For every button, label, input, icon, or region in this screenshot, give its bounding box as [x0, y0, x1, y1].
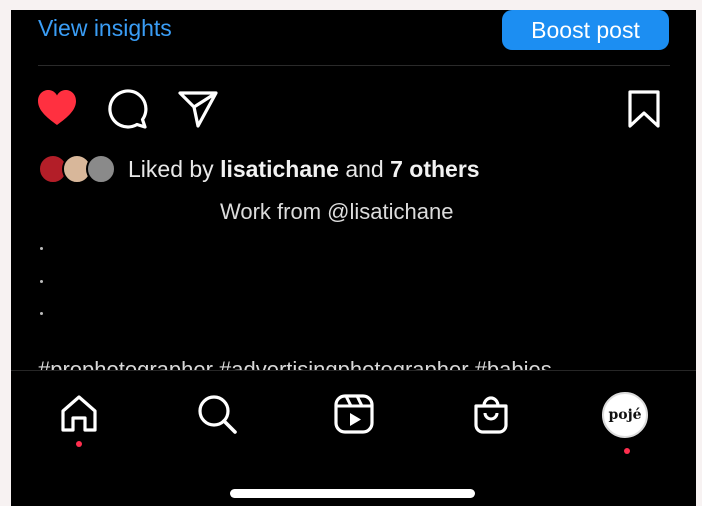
home-indicator[interactable]: [230, 489, 475, 498]
bottom-nav: pojé: [11, 380, 696, 460]
likes-middle: and: [338, 155, 391, 182]
profile-initials: pojé: [608, 407, 642, 423]
liker-avatars: [38, 153, 120, 185]
view-insights-link[interactable]: View insights: [38, 14, 172, 42]
nav-divider: [11, 370, 696, 371]
shop-icon: [474, 396, 508, 434]
nav-search[interactable]: [187, 380, 247, 450]
nav-shop[interactable]: [461, 380, 521, 450]
heart-icon[interactable]: [36, 88, 78, 128]
nav-reels[interactable]: [324, 380, 384, 450]
post-frame: View insights Boost post Liked by lisati…: [11, 10, 696, 506]
share-icon[interactable]: [177, 90, 219, 130]
home-notification-dot: [76, 441, 82, 447]
likes-text: Liked by lisatichane and 7 others: [128, 156, 480, 183]
caption-dot: [40, 280, 43, 283]
likes-row[interactable]: Liked by lisatichane and 7 others: [38, 153, 480, 185]
reels-icon: [334, 394, 374, 434]
caption-dot: [40, 247, 43, 250]
profile-notification-dot: [624, 448, 630, 454]
bookmark-icon[interactable]: [627, 90, 661, 128]
caption-hashtags[interactable]: #prophotographer #advertisingphotographe…: [38, 358, 552, 370]
divider: [38, 65, 670, 66]
likes-others[interactable]: 7 others: [390, 156, 479, 182]
comment-icon[interactable]: [107, 88, 149, 130]
avatar: [86, 154, 116, 184]
caption-dot: [40, 312, 43, 315]
boost-post-button[interactable]: Boost post: [502, 10, 669, 50]
search-icon: [198, 395, 237, 434]
likes-prefix: Liked by: [128, 155, 221, 182]
nav-profile-avatar[interactable]: pojé: [602, 392, 648, 438]
nav-home[interactable]: [49, 380, 109, 450]
home-icon: [61, 395, 97, 432]
caption-text: Work from @lisatichane: [220, 199, 454, 224]
liker-username[interactable]: lisatichane: [220, 156, 339, 182]
